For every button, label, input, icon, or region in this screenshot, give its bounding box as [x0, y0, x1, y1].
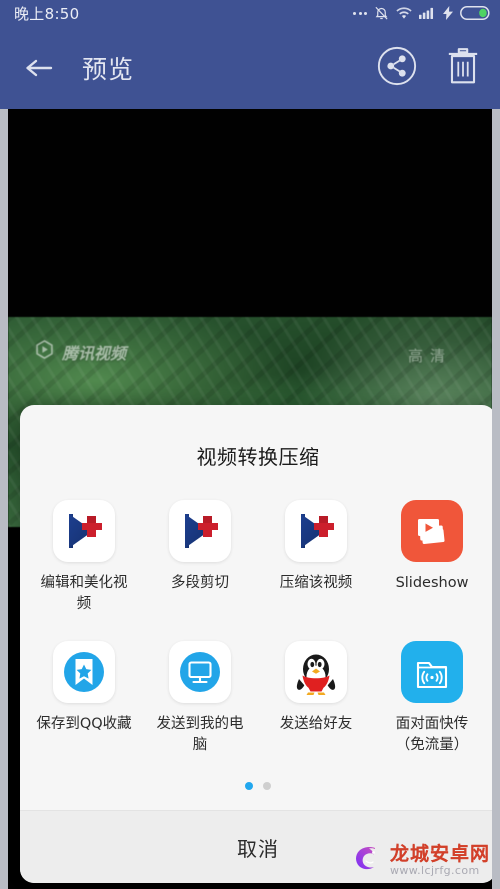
tencent-video-watermark: 腾讯视频 — [34, 339, 126, 364]
share-item-label: 保存到QQ收藏 — [36, 715, 132, 732]
signal-bars-icon — [419, 6, 436, 20]
more-dots-icon — [353, 11, 367, 15]
play-triangle-icon — [34, 339, 55, 364]
status-icons — [353, 6, 490, 21]
share-item-send-to-friend[interactable]: 发送给好友 — [258, 640, 374, 756]
page-dot-1[interactable] — [245, 782, 253, 790]
share-item-send-to-my-pc[interactable]: 发送到我的电脑 — [142, 640, 258, 756]
folder-broadcast-icon — [401, 640, 463, 703]
share-item-qq-favorite[interactable]: 保存到QQ收藏 — [26, 640, 142, 756]
app-bar-actions — [376, 45, 482, 91]
vidtrim-logo-icon — [53, 499, 115, 562]
qq-favorite-bookmark-icon — [53, 640, 115, 703]
share-item-label: 发送到我的电脑 — [156, 715, 244, 753]
page-dot-2[interactable] — [263, 782, 271, 790]
dragon-logo-icon — [346, 839, 386, 883]
site-watermark: 龙城安卓网 www.lcjrfg.com — [340, 835, 496, 887]
share-item-label: 多段剪切 — [171, 574, 229, 591]
watermark-site-name: 龙城安卓网 — [389, 843, 490, 866]
share-item-label: 面对面快传（免流量） — [395, 715, 469, 753]
monitor-icon — [169, 640, 231, 703]
share-item-multi-trim[interactable]: 多段剪切 — [142, 499, 258, 615]
qq-penguin-icon — [285, 640, 347, 703]
status-bar: 晚上8:50 — [0, 0, 500, 26]
share-item-edit-beautify[interactable]: 编辑和美化视频 — [26, 499, 142, 615]
watermark-text: 龙城安卓网 www.lcjrfg.com — [389, 843, 490, 878]
share-sheet: 视频转换压缩 编辑和美化视频 多段剪切 压缩该视频 Slideshow 保存到Q… — [20, 404, 492, 883]
quality-badge: 高清 — [407, 347, 452, 365]
trash-icon[interactable] — [444, 45, 482, 91]
app-bar: 预览 — [0, 26, 500, 109]
watermark-url: www.lcjrfg.com — [389, 864, 480, 878]
share-item-label: 压缩该视频 — [279, 574, 353, 591]
share-circle-icon[interactable] — [376, 45, 418, 91]
battery-icon — [460, 6, 490, 20]
share-item-slideshow[interactable]: Slideshow — [374, 499, 490, 615]
video-preview-stage[interactable]: 腾讯视频 高清 视频转换压缩 编辑和美化视频 多段剪切 压缩该视频 Slides… — [8, 109, 492, 889]
page-title: 预览 — [82, 54, 135, 84]
back-button[interactable] — [20, 49, 58, 87]
share-grid-row-1: 编辑和美化视频 多段剪切 压缩该视频 Slideshow — [20, 499, 492, 615]
share-item-label: 编辑和美化视频 — [40, 574, 128, 612]
wifi-icon — [396, 6, 412, 20]
bell-muted-icon — [374, 6, 389, 21]
share-grid-row-2: 保存到QQ收藏 发送到我的电脑 发送给好友 面对面快传（免流量） — [20, 640, 492, 756]
status-clock: 晚上8:50 — [14, 4, 80, 23]
phone-screen: 晚上8:50 预览 腾讯视频 高清 视频转换压缩 编辑和美化视频 多段剪切 压缩… — [0, 0, 500, 889]
slideshow-icon — [401, 499, 463, 562]
share-item-label: 发送给好友 — [279, 715, 353, 732]
vidtrim-logo-icon — [169, 499, 231, 562]
share-item-label: Slideshow — [395, 574, 469, 591]
tencent-video-label: 腾讯视频 — [62, 343, 127, 363]
share-item-compress-video[interactable]: 压缩该视频 — [258, 499, 374, 615]
charging-bolt-icon — [443, 6, 453, 20]
share-item-face-to-face-transfer[interactable]: 面对面快传（免流量） — [374, 640, 490, 756]
page-indicator[interactable] — [20, 760, 492, 810]
share-sheet-title: 视频转换压缩 — [196, 444, 320, 469]
vidtrim-logo-icon — [285, 499, 347, 562]
